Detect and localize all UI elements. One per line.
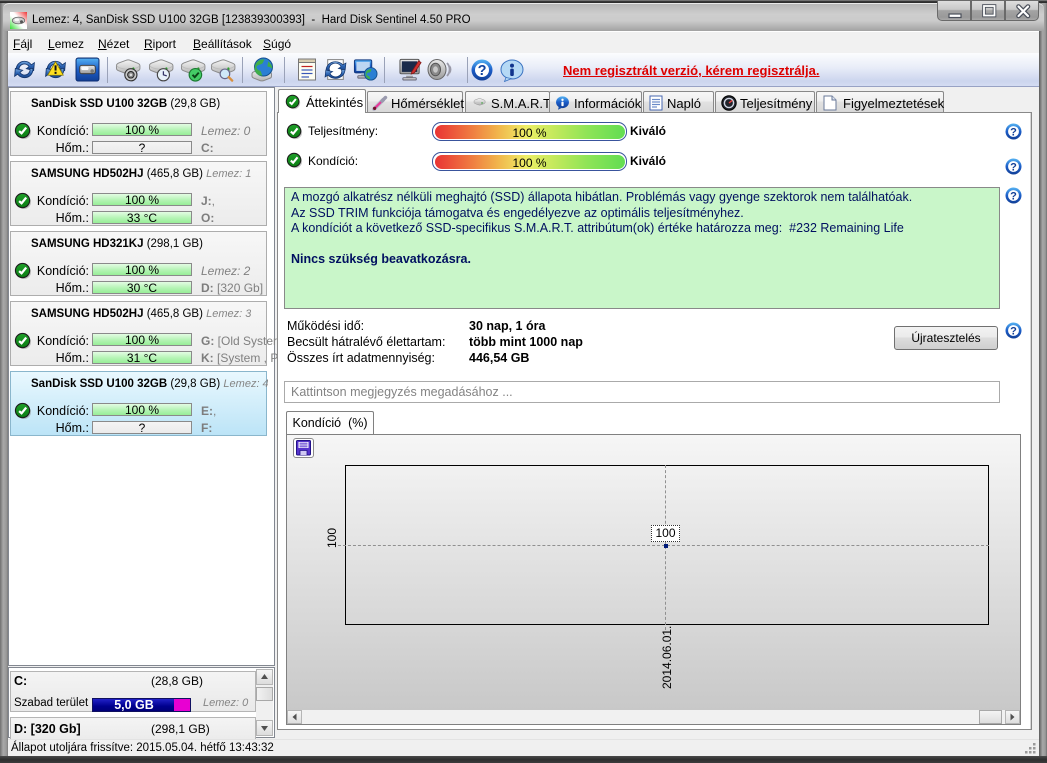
svg-text:?: ? (478, 63, 487, 79)
